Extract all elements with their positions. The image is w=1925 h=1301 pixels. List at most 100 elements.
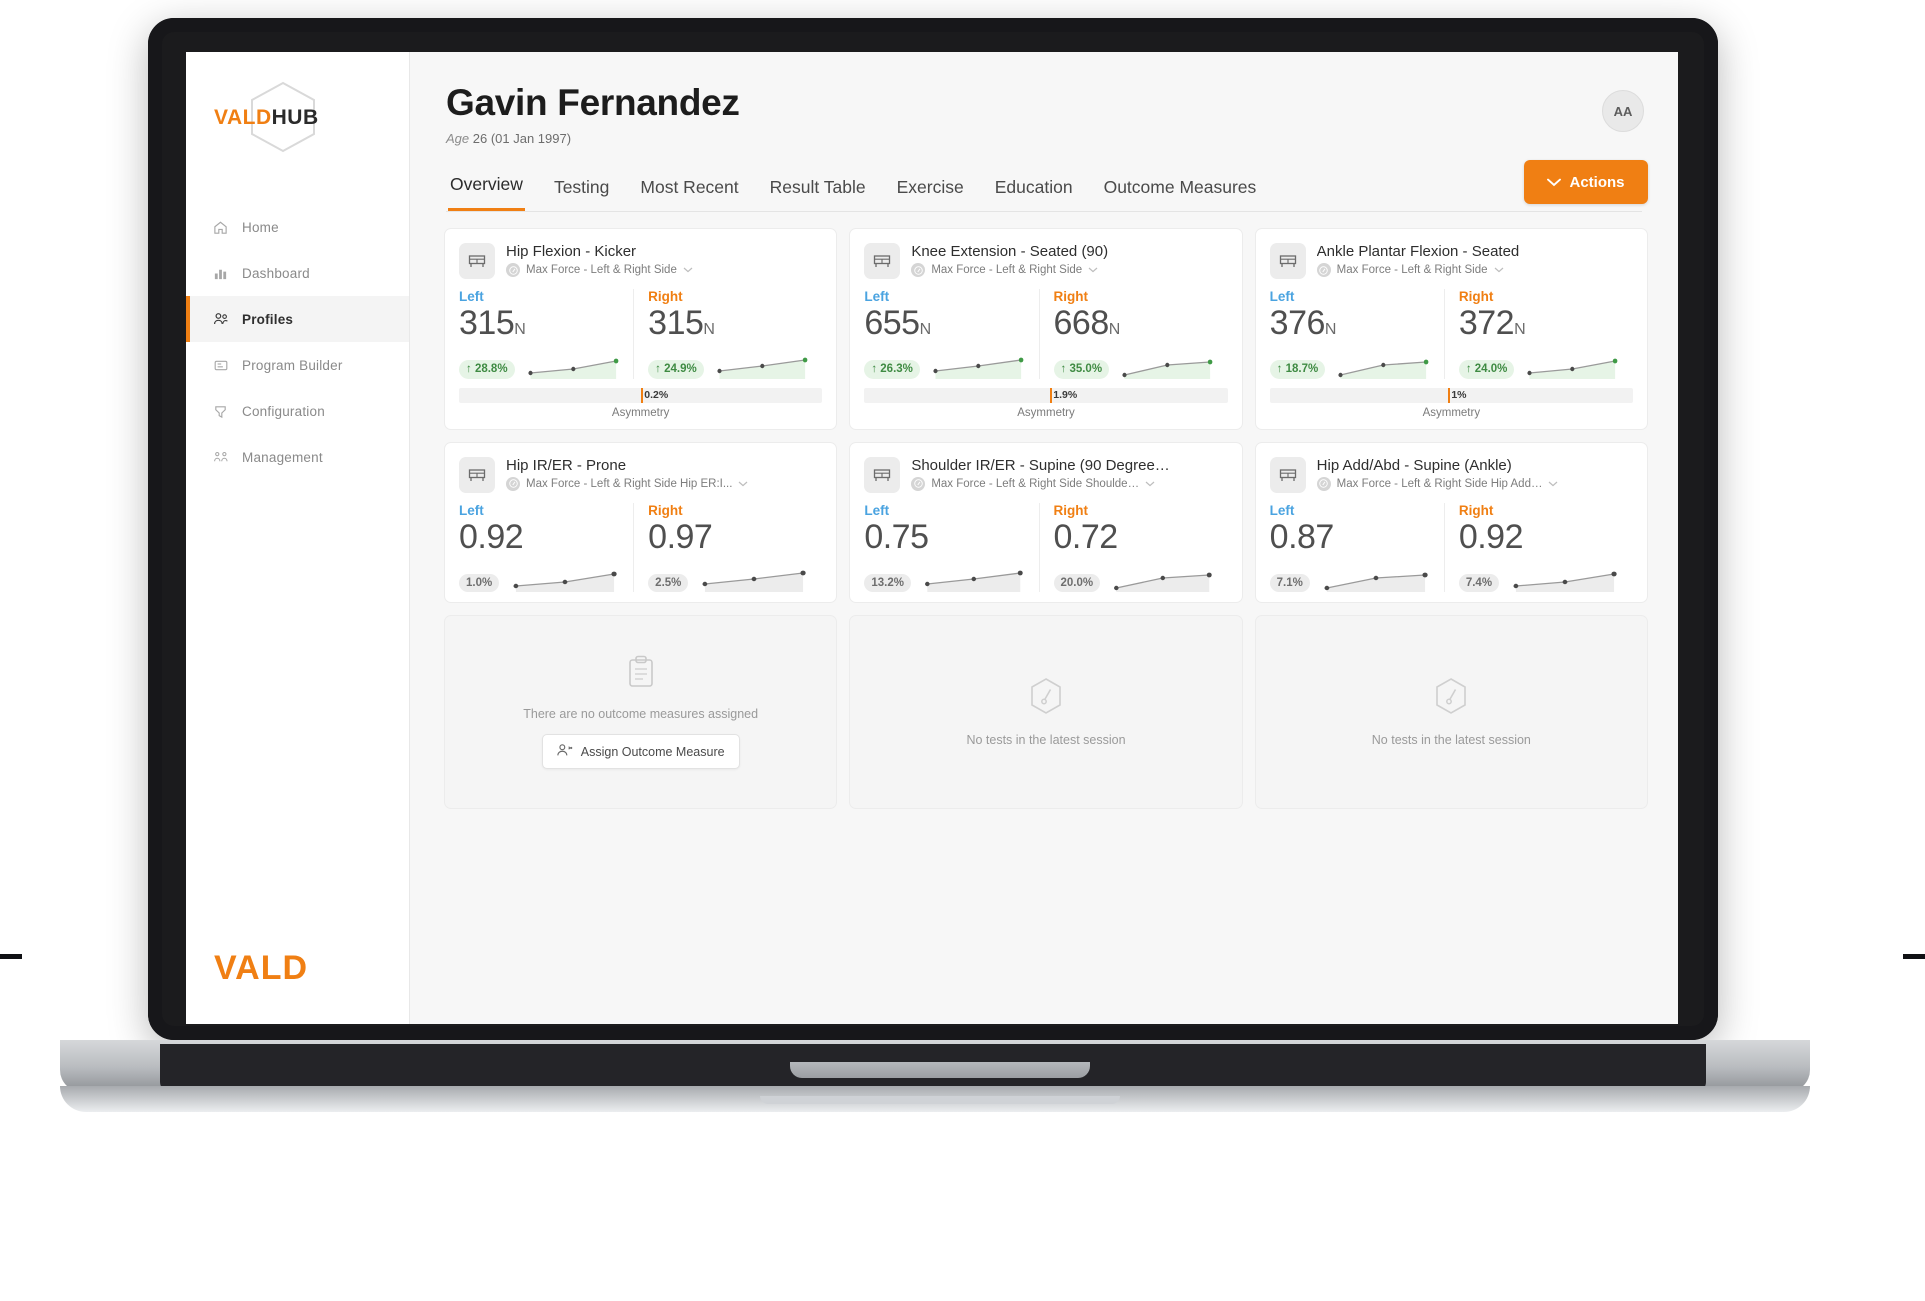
chevron-down-icon[interactable] bbox=[683, 264, 693, 276]
empty-state-card: No tests in the latest session bbox=[1254, 615, 1648, 810]
left-sparkline bbox=[505, 564, 625, 593]
left-change-badge: 1.0% bbox=[459, 573, 500, 593]
app-screen: VALDHUB Home Dashboard Profiles Program … bbox=[186, 52, 1678, 1024]
card-header: Knee Extension - Seated (90) Max Force -… bbox=[864, 243, 1227, 279]
card-title: Shoulder IR/ER - Supine (90 Degree… bbox=[911, 456, 1170, 474]
right-value: 668N bbox=[1053, 304, 1121, 342]
right-value: 315N bbox=[648, 304, 715, 342]
left-change-badge: 13.2% bbox=[864, 573, 911, 593]
card-subtitle-row[interactable]: Max Force - Left & Right Side Hip Add… bbox=[1316, 476, 1633, 491]
card-title-block: Shoulder IR/ER - Supine (90 Degree… Max … bbox=[911, 457, 1227, 491]
right-label: Right bbox=[1053, 502, 1089, 518]
left-value: 0.75 bbox=[864, 517, 929, 556]
left-value: 0.92 bbox=[459, 517, 524, 556]
sidebar-item-label: Dashboard bbox=[242, 265, 310, 281]
left-side-metric: Left 0.87 7.1% bbox=[1269, 503, 1444, 593]
metric-card[interactable]: Shoulder IR/ER - Supine (90 Degree… Max … bbox=[849, 441, 1243, 604]
card-title-block: Hip Flexion - Kicker Max Force - Left & … bbox=[506, 243, 822, 277]
home-icon bbox=[212, 219, 229, 236]
card-sides: Left 376N ↑ 18.7% Right 372N ↑ 24.0% bbox=[1269, 289, 1633, 379]
asymmetry-value: 0.2% bbox=[644, 389, 669, 402]
laptop-lip-notch bbox=[790, 1062, 1090, 1078]
right-trend-row: 7.4% bbox=[1458, 562, 1625, 593]
avatar[interactable]: AA bbox=[1602, 90, 1644, 132]
force-frame-icon bbox=[864, 456, 901, 493]
chevron-down-icon[interactable] bbox=[1145, 478, 1155, 490]
card-header: Hip Flexion - Kicker Max Force - Left & … bbox=[459, 243, 822, 279]
card-header: Shoulder IR/ER - Supine (90 Degree… Max … bbox=[864, 456, 1227, 493]
gauge-icon bbox=[1436, 678, 1467, 715]
right-value: 0.97 bbox=[648, 517, 713, 556]
sidebar-item-home[interactable]: Home bbox=[186, 204, 409, 250]
chevron-down-icon[interactable] bbox=[1088, 264, 1098, 276]
left-side-metric: Left 655N ↑ 26.3% bbox=[864, 289, 1038, 379]
asymmetry-block: 1.9% Asymmetry bbox=[864, 387, 1228, 419]
gauge-icon bbox=[911, 476, 926, 491]
card-header: Ankle Plantar Flexion - Seated Max Force… bbox=[1269, 243, 1633, 279]
empty-state-card: There are no outcome measures assigned A… bbox=[444, 615, 838, 810]
sidebar-item-configuration[interactable]: Configuration bbox=[186, 388, 409, 434]
asymmetry-marker bbox=[1049, 387, 1052, 403]
metric-card[interactable]: Hip Add/Abd - Supine (Ankle) Max Force -… bbox=[1254, 441, 1648, 604]
tab-education[interactable]: Education bbox=[993, 171, 1075, 211]
tab-outcome-measures[interactable]: Outcome Measures bbox=[1102, 171, 1259, 211]
right-sparkline bbox=[710, 351, 815, 379]
sidebar-item-program-builder[interactable]: Program Builder bbox=[186, 342, 409, 388]
chevron-down-icon[interactable] bbox=[1548, 478, 1558, 490]
clipboard-icon bbox=[626, 655, 656, 694]
chevron-down-icon[interactable] bbox=[738, 478, 748, 490]
sidebar-item-dashboard[interactable]: Dashboard bbox=[186, 250, 409, 296]
asymmetry-marker bbox=[640, 387, 643, 403]
right-side-metric: Right 372N ↑ 24.0% bbox=[1443, 289, 1633, 379]
left-side-metric: Left 0.75 13.2% bbox=[864, 503, 1038, 593]
right-change-badge: 20.0% bbox=[1053, 573, 1101, 593]
trackpad bbox=[760, 1096, 1120, 1104]
chevron-down-icon[interactable] bbox=[1494, 264, 1504, 276]
metric-card[interactable]: Hip IR/ER - Prone Max Force - Left & Rig… bbox=[444, 441, 838, 604]
sidebar-item-label: Configuration bbox=[242, 403, 325, 419]
app-logo[interactable]: VALDHUB bbox=[186, 52, 409, 172]
metric-card[interactable]: Ankle Plantar Flexion - Seated Max Force… bbox=[1254, 228, 1648, 430]
card-subtitle-row[interactable]: Max Force - Left & Right Side bbox=[1316, 263, 1633, 277]
tab-most-recent[interactable]: Most Recent bbox=[638, 171, 740, 211]
assign-outcome-measure-button[interactable]: Assign Outcome Measure bbox=[541, 734, 740, 770]
empty-state-text: There are no outcome measures assigned bbox=[523, 707, 759, 722]
card-subtitle-row[interactable]: Max Force - Left & Right Side Hip ER:I..… bbox=[506, 476, 822, 491]
assign-person-icon bbox=[557, 744, 573, 756]
card-subtitle: Max Force - Left & Right Side bbox=[526, 264, 677, 276]
card-title: Knee Extension - Seated (90) bbox=[911, 243, 1109, 260]
right-label: Right bbox=[648, 502, 683, 518]
card-subtitle: Max Force - Left & Right Side bbox=[1336, 264, 1488, 276]
sidebar-item-profiles[interactable]: Profiles bbox=[186, 296, 409, 342]
sidebar-item-label: Profiles bbox=[242, 311, 294, 327]
sidebar: VALDHUB Home Dashboard Profiles Program … bbox=[186, 52, 410, 1024]
asymmetry-block: 0.2% Asymmetry bbox=[459, 387, 823, 419]
gauge-icon bbox=[1316, 263, 1331, 277]
card-header: Hip IR/ER - Prone Max Force - Left & Rig… bbox=[459, 456, 822, 493]
card-title: Hip Add/Abd - Supine (Ankle) bbox=[1316, 456, 1512, 474]
left-label: Left bbox=[459, 502, 484, 518]
left-trend-row: 13.2% bbox=[864, 562, 1030, 593]
sidebar-item-management[interactable]: Management bbox=[186, 434, 409, 480]
right-change-badge: ↑ 24.9% bbox=[648, 360, 704, 379]
right-value: 372N bbox=[1458, 304, 1526, 342]
tab-exercise[interactable]: Exercise bbox=[895, 171, 966, 211]
tab-result-table[interactable]: Result Table bbox=[768, 171, 868, 211]
metric-card[interactable]: Knee Extension - Seated (90) Max Force -… bbox=[849, 228, 1243, 430]
metric-card[interactable]: Hip Flexion - Kicker Max Force - Left & … bbox=[444, 228, 838, 430]
card-title: Hip IR/ER - Prone bbox=[506, 456, 627, 474]
card-subtitle-row[interactable]: Max Force - Left & Right Side bbox=[506, 263, 822, 277]
gauge-icon bbox=[911, 263, 926, 277]
card-subtitle-row[interactable]: Max Force - Left & Right Side Shoulde… bbox=[911, 476, 1227, 491]
card-title-block: Ankle Plantar Flexion - Seated Max Force… bbox=[1316, 243, 1633, 277]
asymmetry-block: 1% Asymmetry bbox=[1269, 387, 1633, 419]
asymmetry-bar: 0.2% bbox=[459, 387, 823, 403]
avatar-initials: AA bbox=[1613, 103, 1633, 119]
asymmetry-value: 1% bbox=[1451, 389, 1467, 402]
right-value: 0.92 bbox=[1458, 517, 1524, 556]
sidebar-item-label: Home bbox=[242, 219, 279, 235]
card-subtitle-row[interactable]: Max Force - Left & Right Side bbox=[911, 263, 1227, 277]
tab-testing[interactable]: Testing bbox=[552, 171, 611, 211]
tab-overview[interactable]: Overview bbox=[448, 168, 525, 211]
left-trend-row: ↑ 26.3% bbox=[864, 349, 1030, 379]
